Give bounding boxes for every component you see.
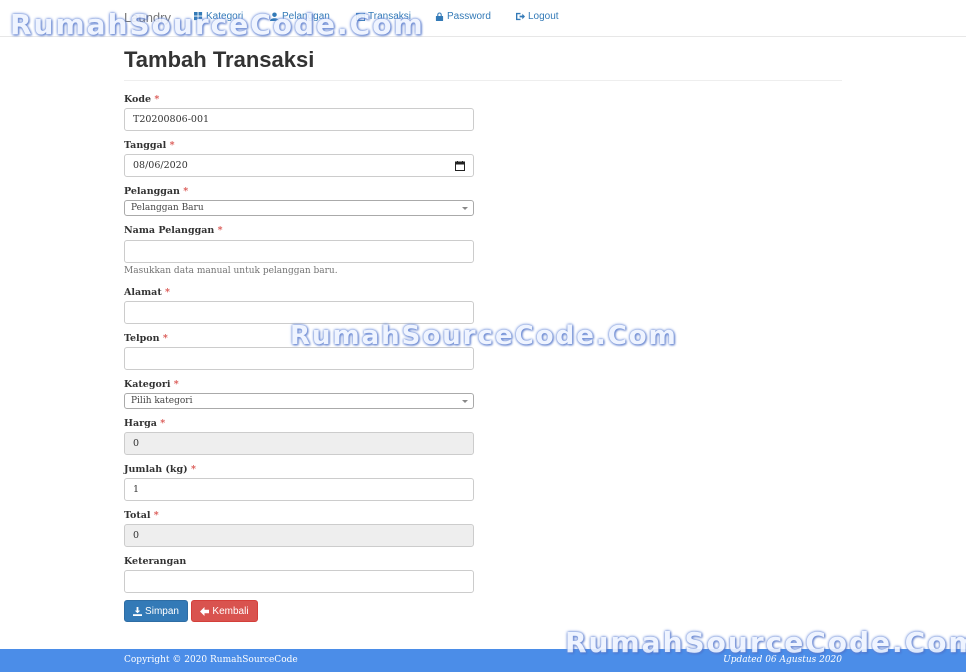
kategori-select[interactable]: Pilih kategori xyxy=(124,393,474,409)
nav-transaksi-label: Transaksi xyxy=(368,11,411,22)
nav-kategori-label: Kategori xyxy=(206,11,244,22)
nama-pelanggan-label-text: Nama Pelanggan xyxy=(124,225,215,236)
user-icon xyxy=(270,12,279,21)
total-value: 0 xyxy=(133,530,140,541)
telpon-label: Telpon * xyxy=(124,333,168,344)
footer: Copyright © 2020 RumahSourceCode Updated… xyxy=(0,649,966,672)
kode-label-text: Kode xyxy=(124,94,152,105)
required-mark: * xyxy=(190,464,196,475)
tanggal-label-text: Tanggal xyxy=(124,140,167,151)
kode-label: Kode * xyxy=(124,94,159,105)
kategori-selected: Pilih kategori xyxy=(131,396,193,406)
calendar-icon xyxy=(356,12,365,21)
nav-pelanggan[interactable]: Pelanggan xyxy=(270,11,330,22)
jumlah-label-text: Jumlah (kg) xyxy=(124,464,188,475)
nav-logout[interactable]: Logout xyxy=(516,11,559,22)
arrow-left-icon xyxy=(200,606,210,616)
calendar-picker-icon[interactable] xyxy=(455,161,465,171)
keterangan-label: Keterangan xyxy=(124,556,186,567)
pelanggan-label: Pelanggan * xyxy=(124,186,188,197)
total-label-text: Total xyxy=(124,510,151,521)
grid-icon xyxy=(194,12,203,21)
nav-logout-label: Logout xyxy=(528,11,559,22)
jumlah-input[interactable]: 1 xyxy=(124,478,474,501)
nav-pelanggan-label: Pelanggan xyxy=(282,11,330,22)
required-mark: * xyxy=(165,287,171,298)
download-icon xyxy=(133,606,143,616)
jumlah-label: Jumlah (kg) * xyxy=(124,464,196,475)
brand-link[interactable]: Laundry xyxy=(124,10,171,25)
required-mark: * xyxy=(154,94,160,105)
chevron-down-icon xyxy=(462,400,468,403)
harga-value: 0 xyxy=(133,438,140,449)
nama-pelanggan-label: Nama Pelanggan * xyxy=(124,225,223,236)
kode-input[interactable]: T20200806-001 xyxy=(124,108,474,131)
telpon-input[interactable] xyxy=(124,347,474,370)
nama-pelanggan-input[interactable] xyxy=(124,240,474,263)
kode-value: T20200806-001 xyxy=(133,114,210,125)
nav-password[interactable]: Password xyxy=(435,11,491,22)
alamat-label: Alamat * xyxy=(124,287,170,298)
nav-kategori[interactable]: Kategori xyxy=(194,11,243,22)
footer-copyright: Copyright © 2020 RumahSourceCode xyxy=(124,655,298,665)
logout-icon xyxy=(516,12,525,21)
alamat-label-text: Alamat xyxy=(124,287,162,298)
page-title: Tambah Transaksi xyxy=(124,47,315,72)
pelanggan-label-text: Pelanggan xyxy=(124,186,180,197)
pelanggan-select[interactable]: Pelanggan Baru xyxy=(124,200,474,216)
kembali-button[interactable]: Kembali xyxy=(191,600,258,622)
total-label: Total * xyxy=(124,510,159,521)
kembali-label: Kembali xyxy=(212,605,249,617)
required-mark: * xyxy=(173,379,179,390)
simpan-label: Simpan xyxy=(145,605,179,617)
chevron-down-icon xyxy=(462,207,468,210)
required-mark: * xyxy=(153,510,159,521)
required-mark: * xyxy=(162,333,168,344)
nama-pelanggan-help: Masukkan data manual untuk pelanggan bar… xyxy=(124,266,338,276)
harga-input: 0 xyxy=(124,432,474,455)
tanggal-label: Tanggal * xyxy=(124,140,175,151)
footer-updated: Updated 06 Agustus 2020 xyxy=(723,655,842,665)
top-navbar: Laundry Kategori Pelanggan Transaksi Pas… xyxy=(0,0,966,37)
lock-icon xyxy=(435,12,444,21)
harga-label-text: Harga xyxy=(124,418,157,429)
telpon-label-text: Telpon xyxy=(124,333,160,344)
required-mark: * xyxy=(217,225,223,236)
required-mark: * xyxy=(160,418,166,429)
jumlah-value: 1 xyxy=(133,484,140,495)
required-mark: * xyxy=(183,186,189,197)
tanggal-input[interactable]: 08/06/2020 xyxy=(124,154,474,177)
nav-password-label: Password xyxy=(447,11,491,22)
keterangan-input[interactable] xyxy=(124,570,474,593)
nav-transaksi[interactable]: Transaksi xyxy=(356,11,411,22)
pelanggan-selected: Pelanggan Baru xyxy=(131,203,204,213)
simpan-button[interactable]: Simpan xyxy=(124,600,188,622)
title-divider xyxy=(124,80,842,81)
required-mark: * xyxy=(169,140,175,151)
kategori-label-text: Kategori xyxy=(124,379,171,390)
alamat-input[interactable] xyxy=(124,301,474,324)
total-input: 0 xyxy=(124,524,474,547)
tanggal-value: 08/06/2020 xyxy=(133,160,188,171)
harga-label: Harga * xyxy=(124,418,165,429)
kategori-label: Kategori * xyxy=(124,379,179,390)
keterangan-label-text: Keterangan xyxy=(124,556,187,567)
